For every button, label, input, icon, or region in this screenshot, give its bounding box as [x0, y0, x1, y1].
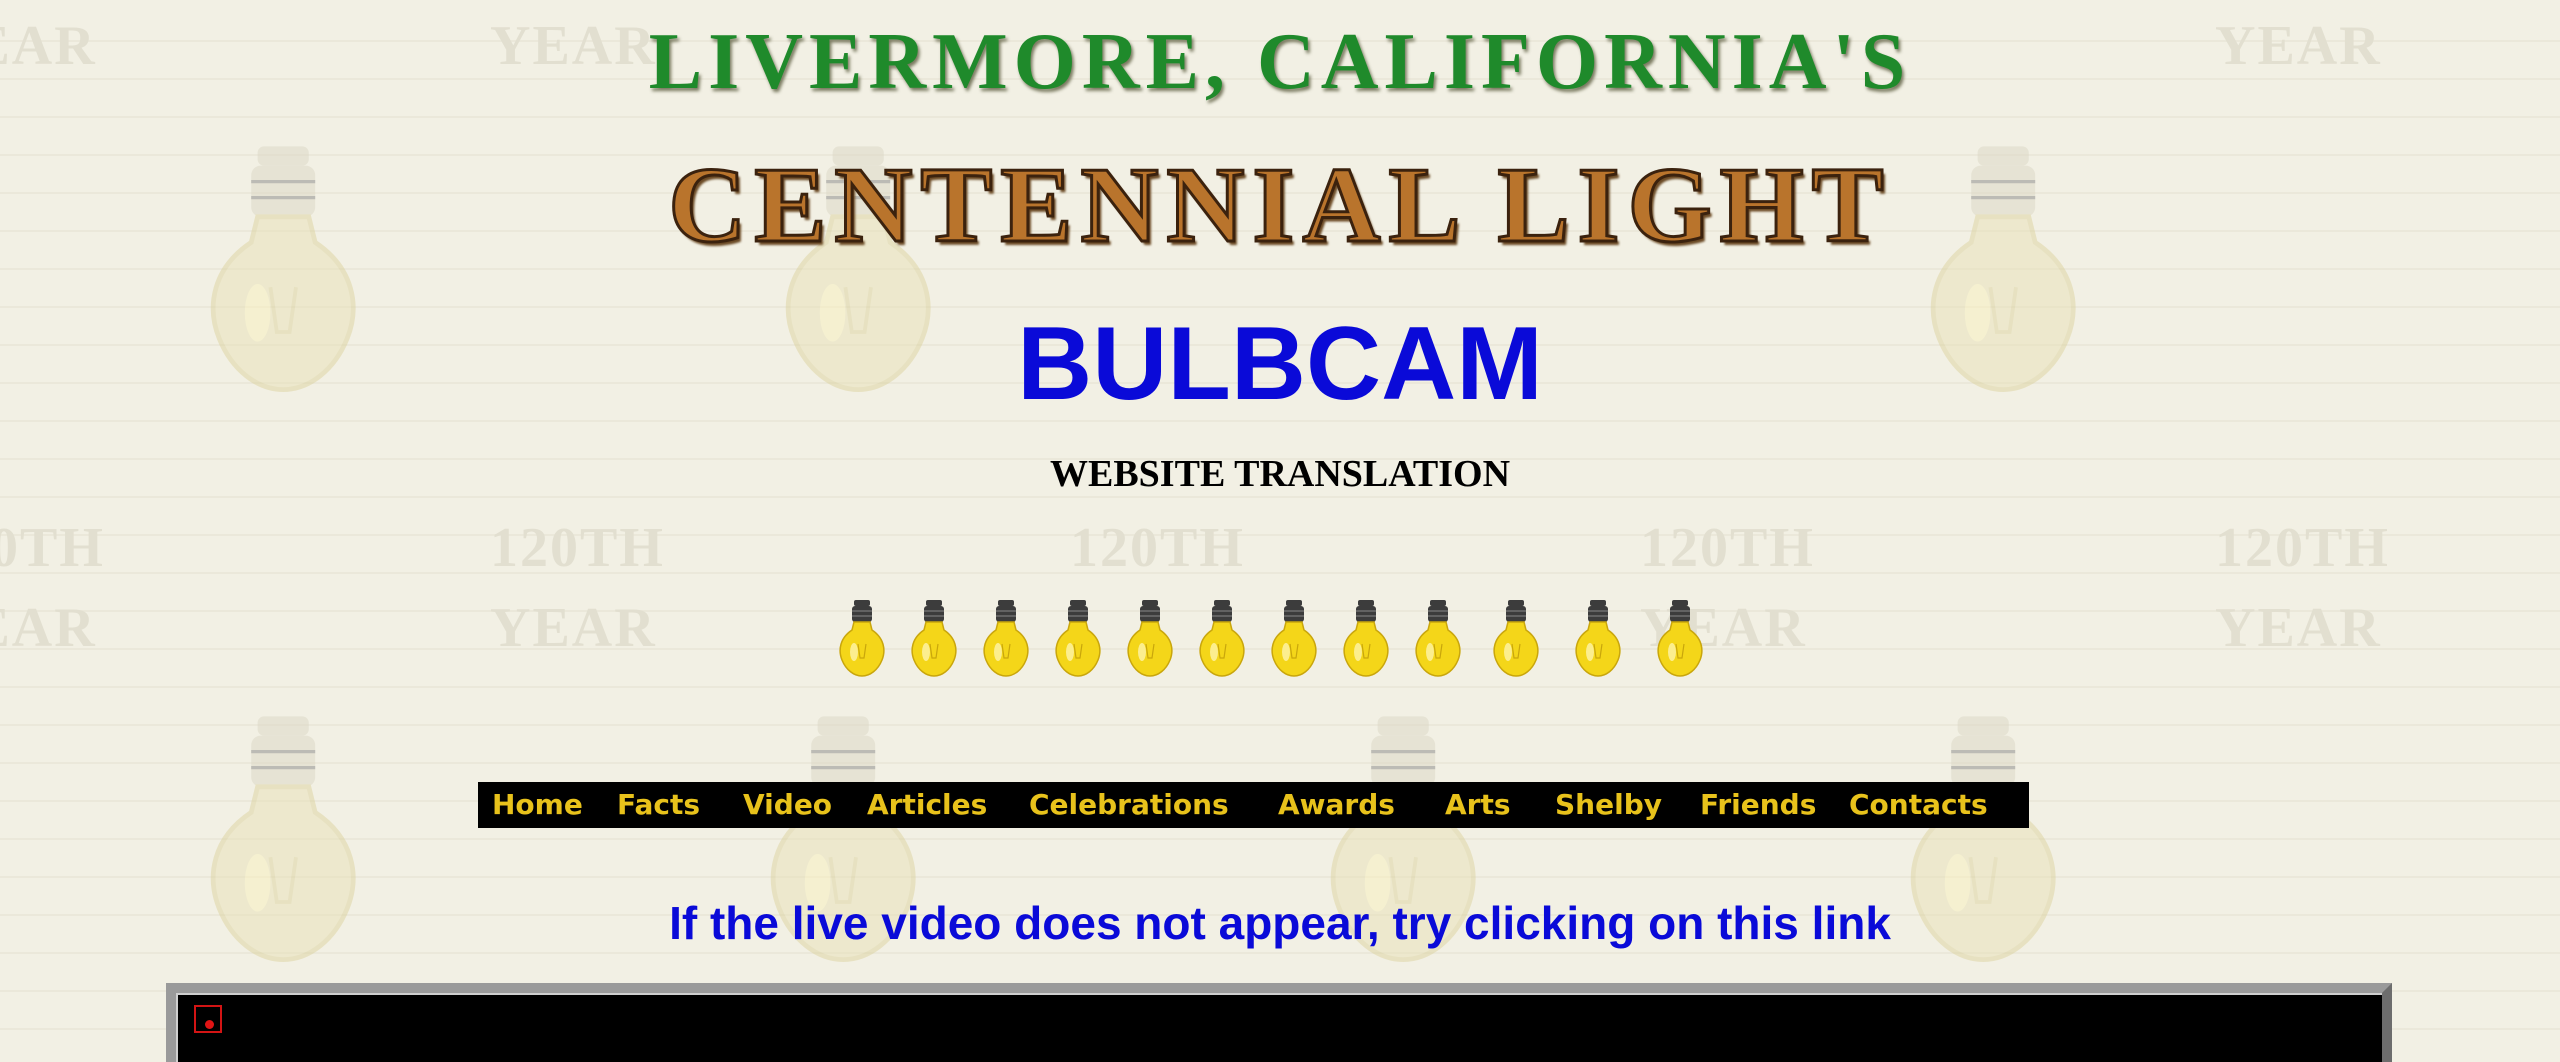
- light-bulb-icon: [1340, 598, 1392, 678]
- light-bulb-icon: [1412, 598, 1464, 678]
- light-bulb-icon: [836, 598, 888, 678]
- background-stripe: [0, 572, 2560, 574]
- background-stripe: [0, 724, 2560, 726]
- site-subtitle: LIVERMORE, CALIFORNIA'S: [648, 18, 1912, 106]
- main-nav: Home Facts Video Articles Celebrations A…: [478, 782, 2029, 828]
- light-bulb-icon: [1268, 598, 1320, 678]
- background-stripe: [0, 268, 2560, 270]
- background-watermark-text: 120TH: [490, 517, 665, 579]
- bulb-row: [0, 598, 2560, 680]
- background-stripe: [0, 876, 2560, 878]
- light-bulb-icon: [1654, 598, 1706, 678]
- background-stripe: [0, 686, 2560, 688]
- site-title: CENTENNIAL LIGHT: [667, 146, 1892, 265]
- light-bulb-icon: [1572, 598, 1624, 678]
- light-bulb-icon: [1490, 598, 1542, 678]
- background-stripe: [0, 762, 2560, 764]
- nav-video[interactable]: Video: [743, 791, 832, 819]
- page-title: BULBCAM: [1017, 306, 1543, 422]
- nav-shelby[interactable]: Shelby: [1555, 791, 1662, 819]
- light-bulb-icon: [1052, 598, 1104, 678]
- background-stripe: [0, 838, 2560, 840]
- background-watermark-text: 120TH: [1640, 517, 1815, 579]
- nav-arts[interactable]: Arts: [1445, 791, 1511, 819]
- nav-awards[interactable]: Awards: [1278, 791, 1395, 819]
- nav-articles[interactable]: Articles: [867, 791, 987, 819]
- nav-friends[interactable]: Friends: [1700, 791, 1816, 819]
- background-stripe: [0, 952, 2560, 954]
- website-translation-widget[interactable]: WEBSITE TRANSLATION: [0, 455, 2560, 493]
- nav-contacts[interactable]: Contacts: [1849, 791, 1988, 819]
- light-bulb-icon: [908, 598, 960, 678]
- light-bulb-icon: [1196, 598, 1248, 678]
- nav-celebrations[interactable]: Celebrations: [1029, 791, 1229, 819]
- live-video-player[interactable]: [166, 983, 2392, 1062]
- live-video-link[interactable]: If the live video does not appear, try c…: [0, 900, 2560, 946]
- background-watermark-text: 120TH: [2215, 517, 2390, 579]
- background-stripe: [0, 534, 2560, 536]
- light-bulb-icon: [980, 598, 1032, 678]
- light-bulb-icon: [1124, 598, 1176, 678]
- nav-facts[interactable]: Facts: [617, 791, 700, 819]
- background-watermark-text: 120TH: [0, 517, 105, 579]
- background-watermark-text: 120TH: [1070, 517, 1245, 579]
- nav-home[interactable]: Home: [492, 791, 583, 819]
- background-stripe: [0, 116, 2560, 118]
- record-indicator-icon: [194, 1005, 222, 1033]
- background-stripe: [0, 496, 2560, 498]
